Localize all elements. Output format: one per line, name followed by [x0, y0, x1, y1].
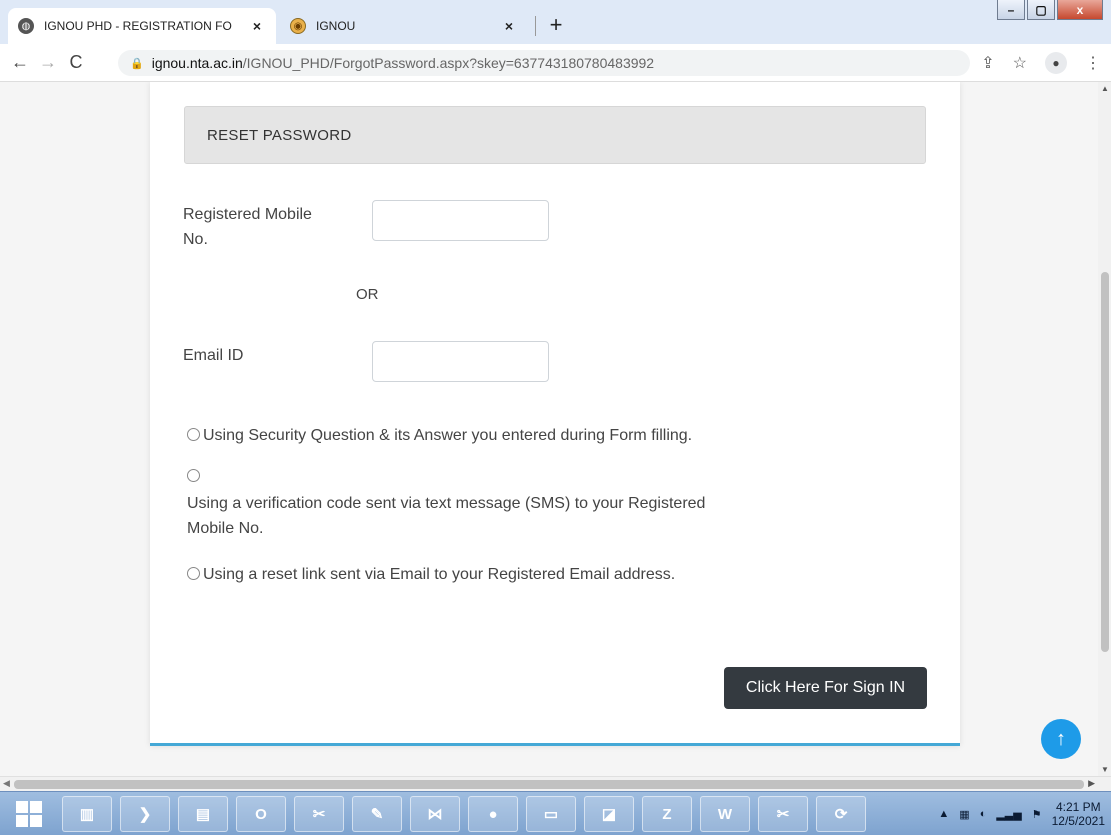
- profile-avatar-icon[interactable]: ●: [1045, 52, 1067, 74]
- tab-ignou[interactable]: ◉ IGNOU ×: [280, 8, 528, 44]
- sign-in-button[interactable]: Click Here For Sign IN: [724, 667, 927, 709]
- tray-expand-icon[interactable]: ▲: [938, 808, 949, 820]
- scroll-to-top-icon[interactable]: ↑: [1041, 719, 1081, 759]
- browser-titlebar: ◍ IGNOU PHD - REGISTRATION FO × ◉ IGNOU …: [0, 0, 1111, 44]
- taskbar-tools-icon[interactable]: ✂: [294, 796, 344, 832]
- forward-arrow-icon[interactable]: →: [34, 52, 62, 73]
- option-security-question[interactable]: Using Security Question & its Answer you…: [187, 423, 692, 448]
- option-sms-code-label: Using a verification code sent via text …: [187, 495, 706, 512]
- mobile-label-line1: Registered Mobile: [183, 206, 312, 223]
- taskbar-paint-icon[interactable]: ✎: [352, 796, 402, 832]
- lock-icon[interactable]: 🔒: [130, 57, 144, 70]
- radio-sms-code[interactable]: [187, 469, 200, 482]
- taskbar-visual-studio-icon[interactable]: ⋈: [410, 796, 460, 832]
- taskbar-control-panel-icon[interactable]: ▤: [178, 796, 228, 832]
- scroll-up-icon[interactable]: ▲: [1101, 84, 1109, 93]
- taskbar-apps: ▥ ❯ ▤ O ✂ ✎ ⋈ ● ▭ ◪ Z W ✂ ⟳: [62, 796, 866, 832]
- share-icon[interactable]: ⇪: [981, 53, 994, 73]
- taskbar-chrome-icon[interactable]: ●: [468, 796, 518, 832]
- page-viewport: RESET PASSWORD Registered Mobile No. OR …: [0, 82, 1098, 776]
- horizontal-scroll-thumb[interactable]: [14, 780, 1084, 789]
- taskbar-network-icon[interactable]: ⟳: [816, 796, 866, 832]
- url-path: /IGNOU_PHD/ForgotPassword.aspx?skey=6377…: [242, 55, 655, 71]
- toolbar-actions: ⇪ ☆ ● ⋮: [981, 52, 1101, 74]
- tab-ignou-phd-registration[interactable]: ◍ IGNOU PHD - REGISTRATION FO ×: [8, 8, 276, 44]
- network-icon[interactable]: ▦: [959, 808, 969, 821]
- option-sms-code-label-2: Mobile No.: [187, 520, 264, 537]
- clock[interactable]: 4:21 PM 12/5/2021: [1052, 800, 1105, 828]
- mobile-label: Registered Mobile No.: [183, 202, 312, 252]
- reset-password-card: RESET PASSWORD Registered Mobile No. OR …: [150, 82, 960, 746]
- taskbar-filezilla-icon[interactable]: Z: [642, 796, 692, 832]
- option-email-link-label: Using a reset link sent via Email to you…: [203, 566, 676, 583]
- clock-time: 4:21 PM: [1055, 800, 1101, 814]
- minimize-button[interactable]: –: [997, 0, 1025, 20]
- panel-header: RESET PASSWORD: [184, 106, 926, 164]
- back-arrow-icon[interactable]: ←: [6, 52, 34, 73]
- tab-label: IGNOU PHD - REGISTRATION FO: [44, 19, 232, 33]
- or-divider-text: OR: [356, 286, 379, 303]
- scroll-left-icon[interactable]: ◀: [3, 778, 10, 789]
- tab-close-icon[interactable]: ×: [500, 18, 518, 34]
- taskbar-word-icon[interactable]: W: [700, 796, 750, 832]
- option-security-question-label: Using Security Question & its Answer you…: [203, 427, 693, 444]
- scroll-down-icon[interactable]: ▼: [1101, 765, 1109, 774]
- browser-toolbar: ← → C 🔒 ignou.nta.ac.in/IGNOU_PHD/Forgot…: [0, 44, 1111, 82]
- option-sms-code[interactable]: Using a verification code sent via text …: [187, 464, 705, 541]
- email-input[interactable]: [372, 341, 549, 382]
- tab-label: IGNOU: [316, 19, 356, 33]
- taskbar-notepad-icon[interactable]: ◪: [584, 796, 634, 832]
- reload-icon[interactable]: C: [62, 52, 90, 73]
- horizontal-scrollbar[interactable]: ◀ ▶: [0, 776, 1111, 791]
- url-host: ignou.nta.ac.in: [151, 55, 243, 71]
- volume-icon[interactable]: ◐: [980, 808, 987, 820]
- close-window-button[interactable]: x: [1057, 0, 1103, 20]
- option-email-link[interactable]: Using a reset link sent via Email to you…: [187, 562, 675, 587]
- mobile-label-line2: No.: [183, 231, 208, 248]
- menu-kebab-icon[interactable]: ⋮: [1085, 53, 1101, 73]
- taskbar-server-manager-icon[interactable]: ▥: [62, 796, 112, 832]
- address-bar[interactable]: 🔒 ignou.nta.ac.in/IGNOU_PHD/ForgotPasswo…: [118, 50, 970, 76]
- window-controls: – ▢ x: [997, 0, 1103, 20]
- taskbar-tools-2-icon[interactable]: ✂: [758, 796, 808, 832]
- email-label: Email ID: [183, 347, 244, 364]
- vertical-scroll-thumb[interactable]: [1101, 272, 1109, 652]
- windows-logo-icon: [16, 801, 42, 827]
- scroll-right-icon[interactable]: ▶: [1088, 778, 1095, 789]
- maximize-button[interactable]: ▢: [1027, 0, 1055, 20]
- flag-icon[interactable]: ⚑: [1032, 808, 1042, 821]
- tab-close-icon[interactable]: ×: [248, 18, 266, 34]
- mobile-number-input[interactable]: [372, 200, 549, 241]
- ignou-logo-icon: ◉: [290, 18, 306, 34]
- start-button[interactable]: [4, 796, 54, 832]
- signal-icon[interactable]: ▂▃▅: [996, 808, 1021, 821]
- globe-icon: ◍: [18, 18, 34, 34]
- vertical-scrollbar[interactable]: ▲ ▼: [1098, 82, 1111, 776]
- taskbar-explorer-icon[interactable]: ▭: [526, 796, 576, 832]
- taskbar-powershell-icon[interactable]: ❯: [120, 796, 170, 832]
- radio-email-link[interactable]: [187, 567, 200, 580]
- clock-date: 12/5/2021: [1051, 814, 1105, 828]
- bookmark-star-icon[interactable]: ☆: [1013, 53, 1027, 73]
- new-tab-button[interactable]: +: [542, 12, 570, 38]
- radio-security-question[interactable]: [187, 428, 200, 441]
- windows-taskbar: ▥ ❯ ▤ O ✂ ✎ ⋈ ● ▭ ◪ Z W ✂ ⟳ ▲ ▦ ◐ ▂▃▅ ⚑ 4:21 PM 12/5/…: [0, 791, 1111, 835]
- system-tray: ▲ ▦ ◐ ▂▃▅ ⚑ 4:21 PM 12/5/2021: [938, 796, 1105, 832]
- tab-separator: [535, 16, 536, 36]
- taskbar-outlook-icon[interactable]: O: [236, 796, 286, 832]
